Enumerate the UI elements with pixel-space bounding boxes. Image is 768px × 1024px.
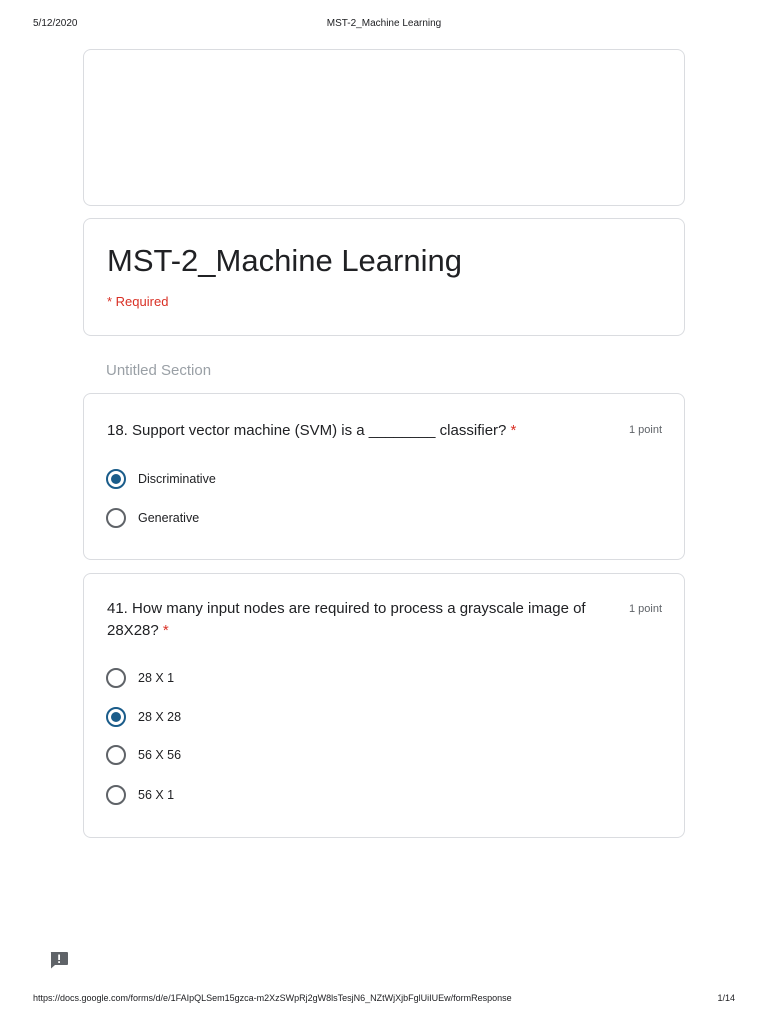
footer-page-number: 1/14 [717, 993, 735, 1003]
form-title: MST-2_Machine Learning [107, 243, 462, 278]
option-56x1[interactable]: 56 X 1 [106, 784, 174, 806]
option-label: Discriminative [138, 472, 216, 486]
option-discriminative[interactable]: Discriminative [106, 468, 216, 490]
question-card-18: 18. Support vector machine (SVM) is a __… [83, 393, 685, 560]
option-label: 28 X 28 [138, 710, 182, 724]
required-asterisk: * [162, 622, 169, 639]
header-banner-card [83, 49, 685, 206]
section-title: Untitled Section [106, 362, 212, 379]
print-title: MST-2_Machine Learning [326, 18, 442, 29]
radio-checked-icon[interactable] [106, 469, 126, 489]
option-label: Generative [138, 511, 200, 525]
option-56x56[interactable]: 56 X 56 [106, 744, 181, 766]
points-label: 1 point [628, 603, 662, 615]
points-label: 1 point [628, 424, 662, 436]
required-asterisk: * [510, 422, 517, 439]
question-label: 18. Support vector machine (SVM) is a __… [107, 422, 507, 439]
option-28x28[interactable]: 28 X 28 [106, 706, 181, 728]
option-label: 56 X 56 [138, 748, 182, 762]
radio-unchecked-icon[interactable] [106, 745, 126, 765]
print-header: 5/12/2020 MST-2_Machine Learning [0, 18, 768, 32]
option-generative[interactable]: Generative [106, 507, 199, 529]
option-28x1[interactable]: 28 X 1 [106, 667, 174, 689]
report-feedback-icon[interactable] [49, 951, 69, 969]
form-title-card: MST-2_Machine Learning * Required [83, 218, 685, 336]
radio-unchecked-icon[interactable] [106, 508, 126, 528]
question-text: 18. Support vector machine (SVM) is a __… [107, 420, 607, 442]
radio-unchecked-icon[interactable] [106, 668, 126, 688]
question-text: 41. How many input nodes are required to… [107, 598, 607, 642]
required-note: * Required [107, 294, 169, 309]
question-card-41: 41. How many input nodes are required to… [83, 573, 685, 838]
question-label: 41. How many input nodes are required to… [107, 600, 586, 639]
option-label: 56 X 1 [138, 788, 175, 802]
radio-checked-icon[interactable] [106, 707, 126, 727]
option-label: 28 X 1 [138, 671, 175, 685]
radio-unchecked-icon[interactable] [106, 785, 126, 805]
footer-url: https://docs.google.com/forms/d/e/1FAIpQ… [33, 993, 512, 1003]
